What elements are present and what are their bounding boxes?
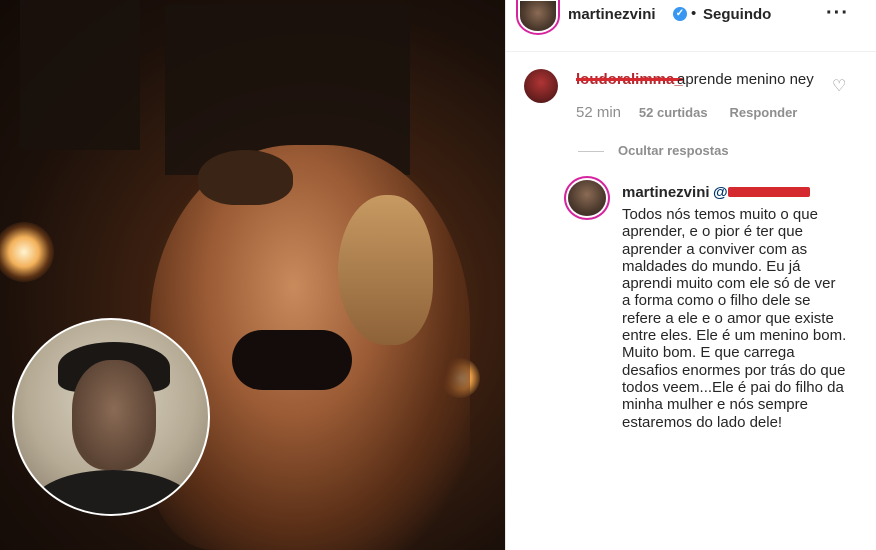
- portrait-shirt: [32, 470, 194, 514]
- verified-badge-icon: ✓: [673, 7, 687, 21]
- reply-mention[interactable]: @: [713, 184, 728, 201]
- lamp-light: [0, 222, 54, 282]
- comment-likes[interactable]: 52 curtidas: [639, 105, 708, 120]
- reply-button[interactable]: Responder: [729, 105, 797, 120]
- reply-text: Todos nós temos muito o que aprender, e …: [622, 206, 847, 431]
- commenter-username[interactable]: loudoralimma_: [576, 71, 683, 88]
- woman-hair: [338, 195, 433, 345]
- redaction-bar: [728, 187, 810, 197]
- hide-replies-label: Ocultar respostas: [618, 143, 729, 158]
- comments-panel: martinezvini ✓ • Seguindo ··· loudoralim…: [505, 0, 876, 550]
- portrait-face: [72, 360, 156, 470]
- reply-username[interactable]: martinezvini: [622, 184, 710, 201]
- more-options-icon[interactable]: ···: [826, 2, 849, 25]
- comment-meta: 52 min 52 curtidas Responder: [576, 104, 797, 121]
- post-header: martinezvini ✓ • Seguindo ···: [506, 0, 876, 52]
- hide-replies-toggle[interactable]: Ocultar respostas: [578, 143, 729, 158]
- hide-replies-line: [578, 151, 604, 153]
- background-wall: [20, 0, 140, 150]
- header-username[interactable]: martinezvini: [568, 6, 656, 23]
- separator-dot: •: [691, 5, 697, 22]
- post-photo: [0, 0, 505, 550]
- comment-text: aprende menino ney: [677, 71, 814, 88]
- comment-time: 52 min: [576, 104, 622, 121]
- heart-icon[interactable]: ♡: [832, 76, 846, 96]
- reply-avatar[interactable]: [568, 180, 606, 216]
- lingerie: [232, 330, 352, 390]
- man-hair: [198, 150, 293, 205]
- commenter-avatar[interactable]: [524, 69, 558, 103]
- header-avatar[interactable]: [520, 1, 556, 31]
- inset-portrait: [12, 318, 210, 516]
- follow-status-button[interactable]: Seguindo: [703, 6, 771, 23]
